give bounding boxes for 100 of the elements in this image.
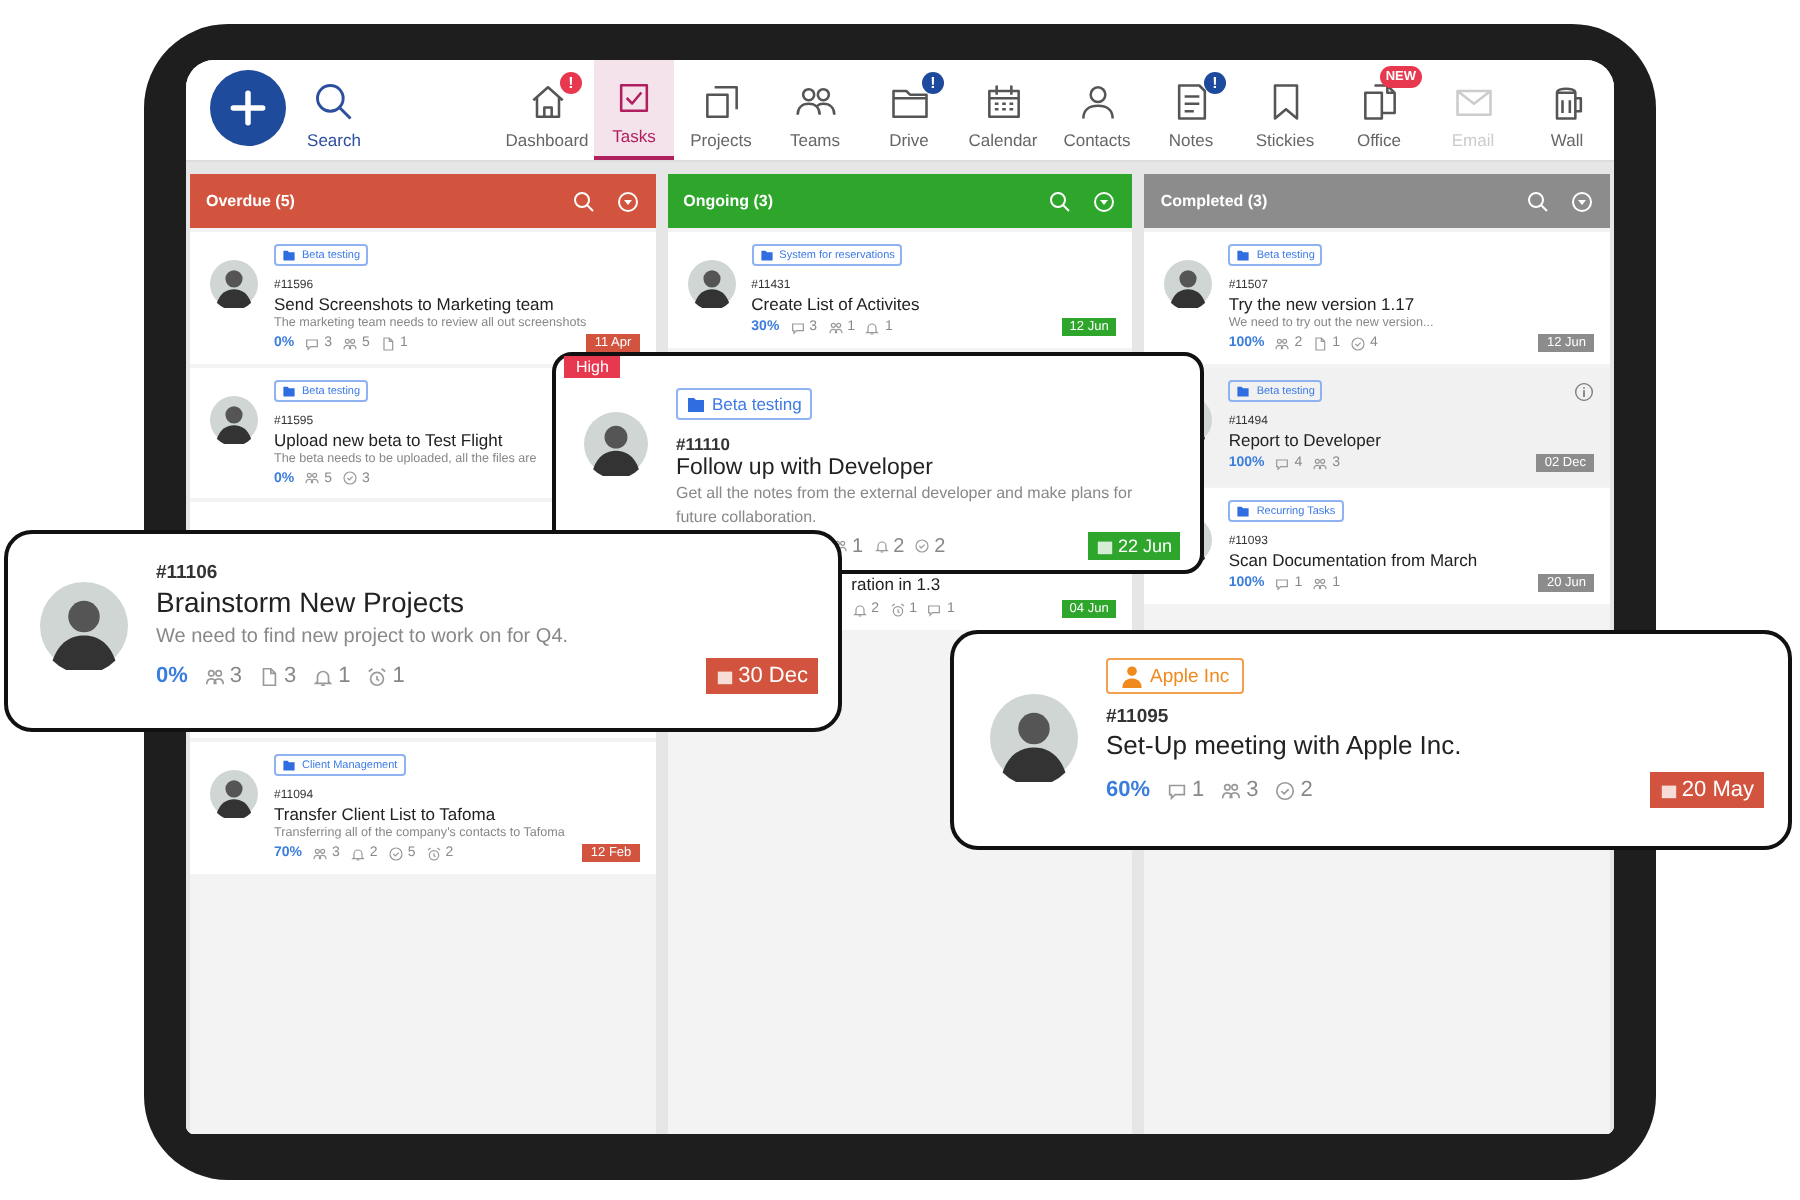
stat-count: 1 <box>312 664 351 688</box>
due-date: 30 Dec <box>706 658 818 694</box>
check-icon <box>914 538 931 555</box>
dropdown-icon[interactable] <box>615 189 640 213</box>
bell-icon <box>873 538 890 555</box>
dropdown-icon[interactable] <box>1092 189 1117 213</box>
folder-icon <box>282 758 296 772</box>
dropdown-icon[interactable] <box>1570 189 1594 213</box>
project-tag: Apple Inc <box>1106 658 1244 694</box>
column-title: Overdue (5) <box>206 192 297 210</box>
group-icon <box>203 665 226 687</box>
file-icon <box>258 665 281 687</box>
comment-icon <box>1166 779 1189 801</box>
nav-tab[interactable]: ! Dashboard <box>500 60 594 160</box>
task-card[interactable]: Apple Inc #11095 Set-Up meeting with Apple Inc. 60% 1 3 2 20 May <box>950 630 1792 850</box>
stat-count: 2 <box>914 535 946 558</box>
stat-count: 2 <box>873 535 905 558</box>
group-icon <box>827 319 844 335</box>
file-icon <box>1312 335 1329 351</box>
group-icon <box>1312 575 1329 591</box>
task-title: Transfer Client List to Tafoma <box>274 804 496 824</box>
bell-icon <box>349 845 366 861</box>
check-icon <box>387 845 404 861</box>
task-title: Try the new version 1.17 <box>1228 294 1415 314</box>
task-title: Upload new beta to Test Flight <box>274 430 503 450</box>
group-icon <box>1312 455 1329 471</box>
task-card[interactable]: High Beta testing #11110 Follow up with Developer Get all the notes from the external developer and make plans for future collaboration. 1 2 2 22 Jun <box>552 352 1204 574</box>
person-icon <box>1120 664 1144 688</box>
progress-percent: 60% <box>1106 778 1151 802</box>
priority-label: High <box>564 356 621 378</box>
comment-icon <box>1274 455 1291 471</box>
nav-tab[interactable]: Stickies <box>1238 60 1332 160</box>
notification-badge: ! <box>560 72 582 94</box>
group-icon <box>342 335 359 351</box>
task-title: Brainstorm New Projects <box>156 586 465 618</box>
task-title: Report to Developer <box>1228 430 1381 450</box>
task-title: Scan Documentation from March <box>1228 550 1478 570</box>
group-icon <box>304 470 321 486</box>
info-icon[interactable] <box>1574 382 1594 402</box>
notification-badge: ! <box>1204 72 1226 94</box>
bell-icon <box>851 601 868 617</box>
calendar-icon <box>716 667 735 685</box>
folder-icon <box>759 248 774 262</box>
nav-tab[interactable]: Contacts <box>1050 60 1144 160</box>
comment-icon <box>1274 575 1291 591</box>
bell-icon <box>864 319 881 335</box>
check-icon <box>1274 779 1297 801</box>
avatar <box>990 694 1078 782</box>
nav-tab[interactable]: Tasks <box>594 60 674 160</box>
search-button[interactable]: Search <box>294 60 374 160</box>
alarm-icon <box>425 845 442 861</box>
alarm-icon <box>366 665 389 687</box>
task-title: Create List of Activites <box>751 294 920 314</box>
stat-count: 3 <box>1220 778 1259 802</box>
stat-count: 3 <box>258 664 297 688</box>
avatar <box>687 260 736 308</box>
comment-icon <box>926 601 943 617</box>
project-tag: Beta testing <box>676 388 812 420</box>
search-icon <box>312 80 356 124</box>
folder-icon <box>1236 504 1251 518</box>
task-number: #11110 <box>676 434 730 454</box>
task-number: #11095 <box>1106 706 1169 728</box>
bell-icon <box>312 665 335 687</box>
avatar <box>584 412 648 476</box>
avatar <box>210 396 258 444</box>
folder-icon <box>686 394 706 414</box>
nav-tab[interactable]: Calendar <box>956 60 1050 160</box>
avatar <box>40 582 128 670</box>
stat-count: 3 <box>203 664 243 688</box>
task-title: Set-Up meeting with Apple Inc. <box>1106 730 1462 760</box>
nav-tab[interactable]: Projects <box>674 60 768 160</box>
task-card[interactable]: #11106 Brainstorm New Projects We need to find new project to work on for Q4. 0% 3 3 1 1 30 Dec <box>4 530 842 732</box>
calendar-icon <box>1659 781 1678 799</box>
search-icon[interactable] <box>571 189 596 213</box>
progress-percent: 0% <box>156 664 188 688</box>
comment-icon <box>789 319 806 335</box>
stat-count: 2 <box>1274 778 1313 802</box>
group-icon <box>1220 779 1243 801</box>
task-title: Send Screenshots to Marketing team <box>274 294 554 314</box>
nav-tab[interactable]: ! Drive <box>862 60 956 160</box>
nav-tab[interactable]: Wall <box>1520 60 1614 160</box>
stat-count: 1 <box>1166 778 1205 802</box>
folder-icon <box>1236 248 1251 262</box>
folder-icon <box>1236 384 1251 398</box>
folder-icon <box>282 248 296 262</box>
task-description: Get all the notes from the external developer and make plans for future collaboration. <box>676 482 1135 529</box>
column-title: Ongoing (3) <box>683 192 776 210</box>
comment-icon <box>304 335 321 351</box>
add-button[interactable] <box>210 70 286 146</box>
avatar <box>210 770 258 818</box>
nav-tab[interactable]: ! Notes <box>1144 60 1238 160</box>
due-date: 22 Jun <box>1087 532 1180 561</box>
calendar-icon <box>1095 537 1114 556</box>
search-icon[interactable] <box>1048 189 1073 213</box>
column-title: Completed (3) <box>1160 192 1270 210</box>
group-icon <box>1274 335 1291 351</box>
search-icon[interactable] <box>1526 189 1550 213</box>
avatar <box>1164 260 1213 308</box>
notification-badge: ! <box>922 72 944 94</box>
nav-tab[interactable]: Teams <box>768 60 862 160</box>
